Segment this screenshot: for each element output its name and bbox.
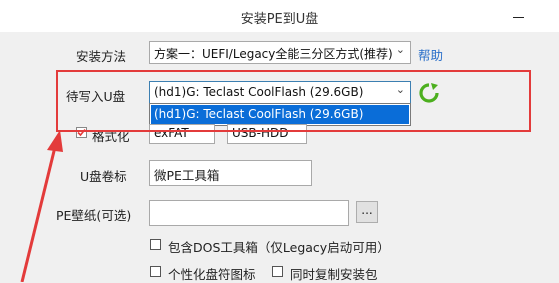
personalize-icon-checkbox[interactable] — [150, 266, 161, 277]
window-title: 安装PE到U盘 — [240, 12, 319, 27]
browse-button[interactable]: ... — [356, 201, 378, 223]
minimize-icon — [513, 17, 524, 18]
volume-label-input[interactable]: 微PE工具箱 — [149, 160, 312, 186]
wallpaper-input[interactable] — [149, 200, 349, 226]
title-bar: 安装PE到U盘 — [0, 0, 559, 32]
copy-installer-label: 同时复制安装包 — [290, 267, 378, 282]
install-method-label: 安装方法 — [76, 49, 127, 64]
copy-installer-checkbox[interactable] — [272, 266, 283, 277]
check-icon — [77, 128, 86, 137]
help-link[interactable]: 帮助 — [418, 45, 443, 64]
include-dos-label: 包含DOS工具箱（仅Legacy启动可用） — [168, 240, 390, 255]
personalize-icon-label: 个性化盘符图标 — [168, 267, 256, 282]
include-dos-checkbox[interactable] — [150, 239, 161, 250]
chevron-down-icon: ⌄ — [395, 43, 405, 56]
install-method-select[interactable]: 方案一：UEFI/Legacy全能三分区方式(推荐) ⌄ — [149, 41, 411, 64]
wallpaper-label: PE壁纸(可选) — [56, 208, 132, 223]
minimize-button[interactable] — [500, 0, 536, 32]
volume-label-value: 微PE工具箱 — [154, 168, 220, 183]
volume-label-label: U盘卷标 — [80, 169, 127, 184]
highlight-box — [56, 70, 531, 132]
install-method-value: 方案一：UEFI/Legacy全能三分区方式(推荐) — [154, 47, 393, 61]
